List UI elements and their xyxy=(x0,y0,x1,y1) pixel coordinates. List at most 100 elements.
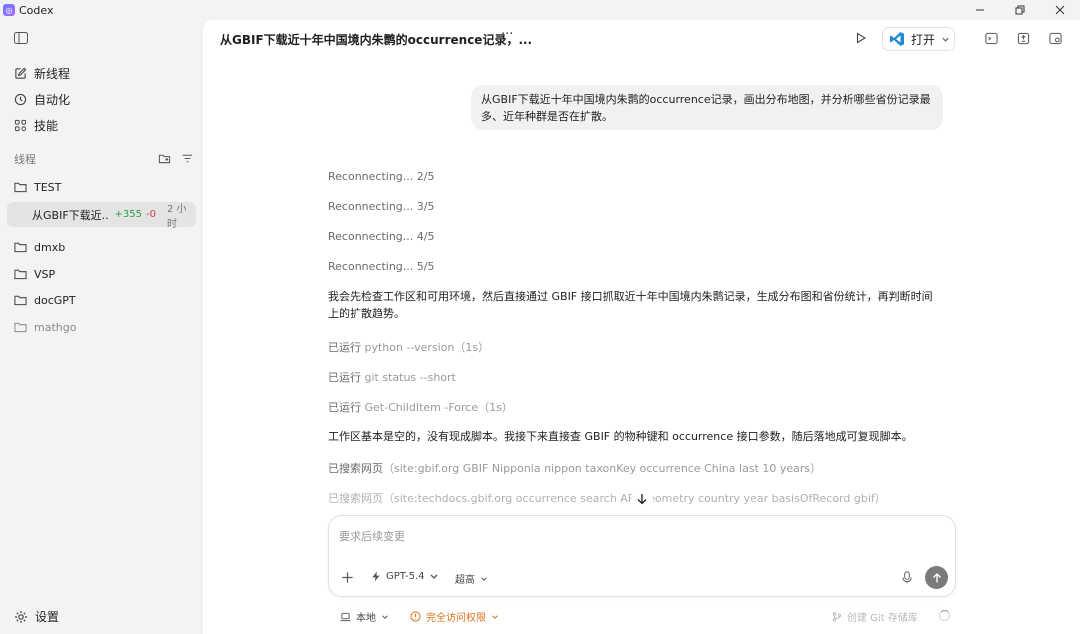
reasoning-effort-selector[interactable]: 超高 xyxy=(455,571,488,586)
environment-selector[interactable]: 本地 xyxy=(340,609,389,624)
thread-deletions: -0 xyxy=(146,209,156,220)
search-prefix: 已搜索网页 xyxy=(328,492,383,505)
window-controls xyxy=(960,0,1080,20)
folder-vsp[interactable]: VSP xyxy=(8,262,196,286)
sidebar-item-label: 新线程 xyxy=(34,66,71,81)
arrow-down-icon xyxy=(637,494,647,505)
chevron-down-icon xyxy=(431,574,438,579)
effort-label: 超高 xyxy=(455,575,475,586)
chevron-down-icon xyxy=(382,614,388,619)
folder-test[interactable]: TEST xyxy=(8,175,196,199)
open-label: 打开 xyxy=(911,32,936,47)
loading-spinner-icon xyxy=(939,610,950,621)
arrow-up-icon xyxy=(932,572,941,582)
run-prefix: 已运行 xyxy=(328,341,361,354)
diff-icon[interactable] xyxy=(1017,32,1030,45)
access-level-selector[interactable]: 完全访问权限 xyxy=(410,609,499,624)
folder-mathgo[interactable]: mathgo xyxy=(8,315,196,339)
settings-button[interactable]: 设置 xyxy=(14,608,59,625)
run-prefix: 已运行 xyxy=(328,371,361,384)
run-duration: （1s） xyxy=(478,401,513,414)
terminal-icon[interactable] xyxy=(985,32,998,45)
folder-label: VSP xyxy=(34,267,56,281)
scroll-to-bottom-button[interactable] xyxy=(631,488,653,510)
user-message: 从GBIF下载近十年中国境内朱鹮的occurrence记录，画出分布地图，并分析… xyxy=(471,85,943,130)
close-window-button[interactable] xyxy=(1040,0,1080,20)
thread-time: 2 小时 xyxy=(167,203,187,230)
run-command: python --version xyxy=(364,341,455,354)
sidebar-toggle-icon[interactable] xyxy=(14,32,28,44)
reconnect-status: Reconnecting... 5/5 xyxy=(328,260,435,273)
access-label: 完全访问权限 xyxy=(426,613,486,624)
search-entry[interactable]: 已搜索网页（site:gbif.org GBIF Nipponia nippon… xyxy=(328,460,821,476)
folder-label: dmxb xyxy=(34,240,66,254)
edit-icon xyxy=(15,67,27,79)
message-input[interactable] xyxy=(339,527,899,545)
title-bar: ◎ Codex xyxy=(0,0,1080,20)
main-panel: 从GBIF下载近十年中国境内朱鹮的occurrence记录，... ··· 打开… xyxy=(203,20,1080,634)
folder-icon xyxy=(14,242,27,253)
send-button[interactable] xyxy=(925,566,948,589)
folder-dmxb[interactable]: dmxb xyxy=(8,235,196,259)
sidebar-item-skills[interactable]: 技能 xyxy=(8,112,196,138)
assistant-message: 我会先检查工作区和可用环境，然后直接通过 GBIF 接口抓取近十年中国境内朱鹮记… xyxy=(328,290,933,320)
new-folder-icon[interactable] xyxy=(158,152,171,165)
run-entry[interactable]: 已运行 Get-ChildItem -Force（1s） xyxy=(328,399,513,415)
chevron-down-icon xyxy=(492,614,498,619)
folder-label: TEST xyxy=(34,180,62,194)
restore-icon xyxy=(1015,5,1025,15)
microphone-icon[interactable] xyxy=(901,571,913,584)
sidebar-item-label: 自动化 xyxy=(34,92,71,107)
reconnect-status: Reconnecting... 2/5 xyxy=(328,170,435,183)
grid-icon xyxy=(14,119,27,131)
threads-header: 线程 xyxy=(14,151,194,167)
plus-icon[interactable] xyxy=(341,571,354,584)
top-bar: 从GBIF下载近十年中国境内朱鹮的occurrence记录，... ··· 打开 xyxy=(203,20,1080,58)
folder-icon xyxy=(14,269,27,280)
reconnect-status: Reconnecting... 3/5 xyxy=(328,200,435,213)
run-entry[interactable]: 已运行 git status --short xyxy=(328,369,456,385)
lightning-icon xyxy=(372,571,380,582)
conversation-title: 从GBIF下载近十年中国境内朱鹮的occurrence记录，... xyxy=(220,33,533,47)
search-entry[interactable]: 已搜索网页（site:techdocs.gbif.org occurrence … xyxy=(328,490,886,506)
model-selector[interactable]: GPT-5.4 xyxy=(371,571,444,582)
composer: GPT-5.4 超高 xyxy=(328,515,956,597)
sidebar-item-automation[interactable]: 自动化 xyxy=(8,86,196,112)
play-icon[interactable] xyxy=(855,32,867,44)
warning-icon xyxy=(410,611,421,622)
threads-actions xyxy=(158,152,194,165)
more-options-button[interactable]: ··· xyxy=(501,28,515,44)
search-query: （site:gbif.org GBIF Nipponia nippon taxo… xyxy=(383,462,822,475)
run-command: git status --short xyxy=(364,371,456,384)
folder-icon xyxy=(14,322,27,333)
filter-icon[interactable] xyxy=(181,152,194,165)
folder-label: mathgo xyxy=(34,320,77,334)
environment-label: 本地 xyxy=(356,613,376,624)
thread-item-active[interactable]: 从GBIF下载近... +355 -0 2 小时 xyxy=(7,202,196,230)
open-in-editor-button[interactable]: 打开 xyxy=(882,27,955,51)
sidebar-item-new-thread[interactable]: 新线程 xyxy=(8,60,196,86)
folder-label: docGPT xyxy=(34,293,76,307)
run-entry[interactable]: 已运行 python --version（1s） xyxy=(328,339,489,355)
app-logo-icon: ◎ xyxy=(3,4,15,16)
folder-icon xyxy=(14,295,27,306)
laptop-icon xyxy=(340,612,351,621)
git-branch-icon xyxy=(832,611,842,622)
create-git-repo-button[interactable]: 创建 Git 存储库 xyxy=(832,609,918,624)
gear-icon xyxy=(15,610,27,623)
threads-label: 线程 xyxy=(14,153,36,166)
thread-additions: +355 xyxy=(114,209,143,220)
thread-title: 从GBIF下载近... xyxy=(32,208,109,222)
reconnect-status: Reconnecting... 4/5 xyxy=(328,230,435,243)
assistant-message: 工作区基本是空的，没有现成脚本。我接下来直接查 GBIF 的物种键和 occur… xyxy=(328,430,913,443)
folder-docgpt[interactable]: docGPT xyxy=(8,288,196,312)
run-prefix: 已运行 xyxy=(328,401,361,414)
restore-button[interactable] xyxy=(1000,0,1040,20)
vscode-icon xyxy=(890,32,904,46)
side-panel-icon[interactable] xyxy=(1049,32,1062,45)
sidebar-item-label: 技能 xyxy=(34,118,59,133)
clock-icon xyxy=(14,93,27,105)
chevron-down-icon xyxy=(942,37,949,42)
minimize-button[interactable] xyxy=(960,0,1000,20)
model-label: GPT-5.4 xyxy=(386,571,425,582)
